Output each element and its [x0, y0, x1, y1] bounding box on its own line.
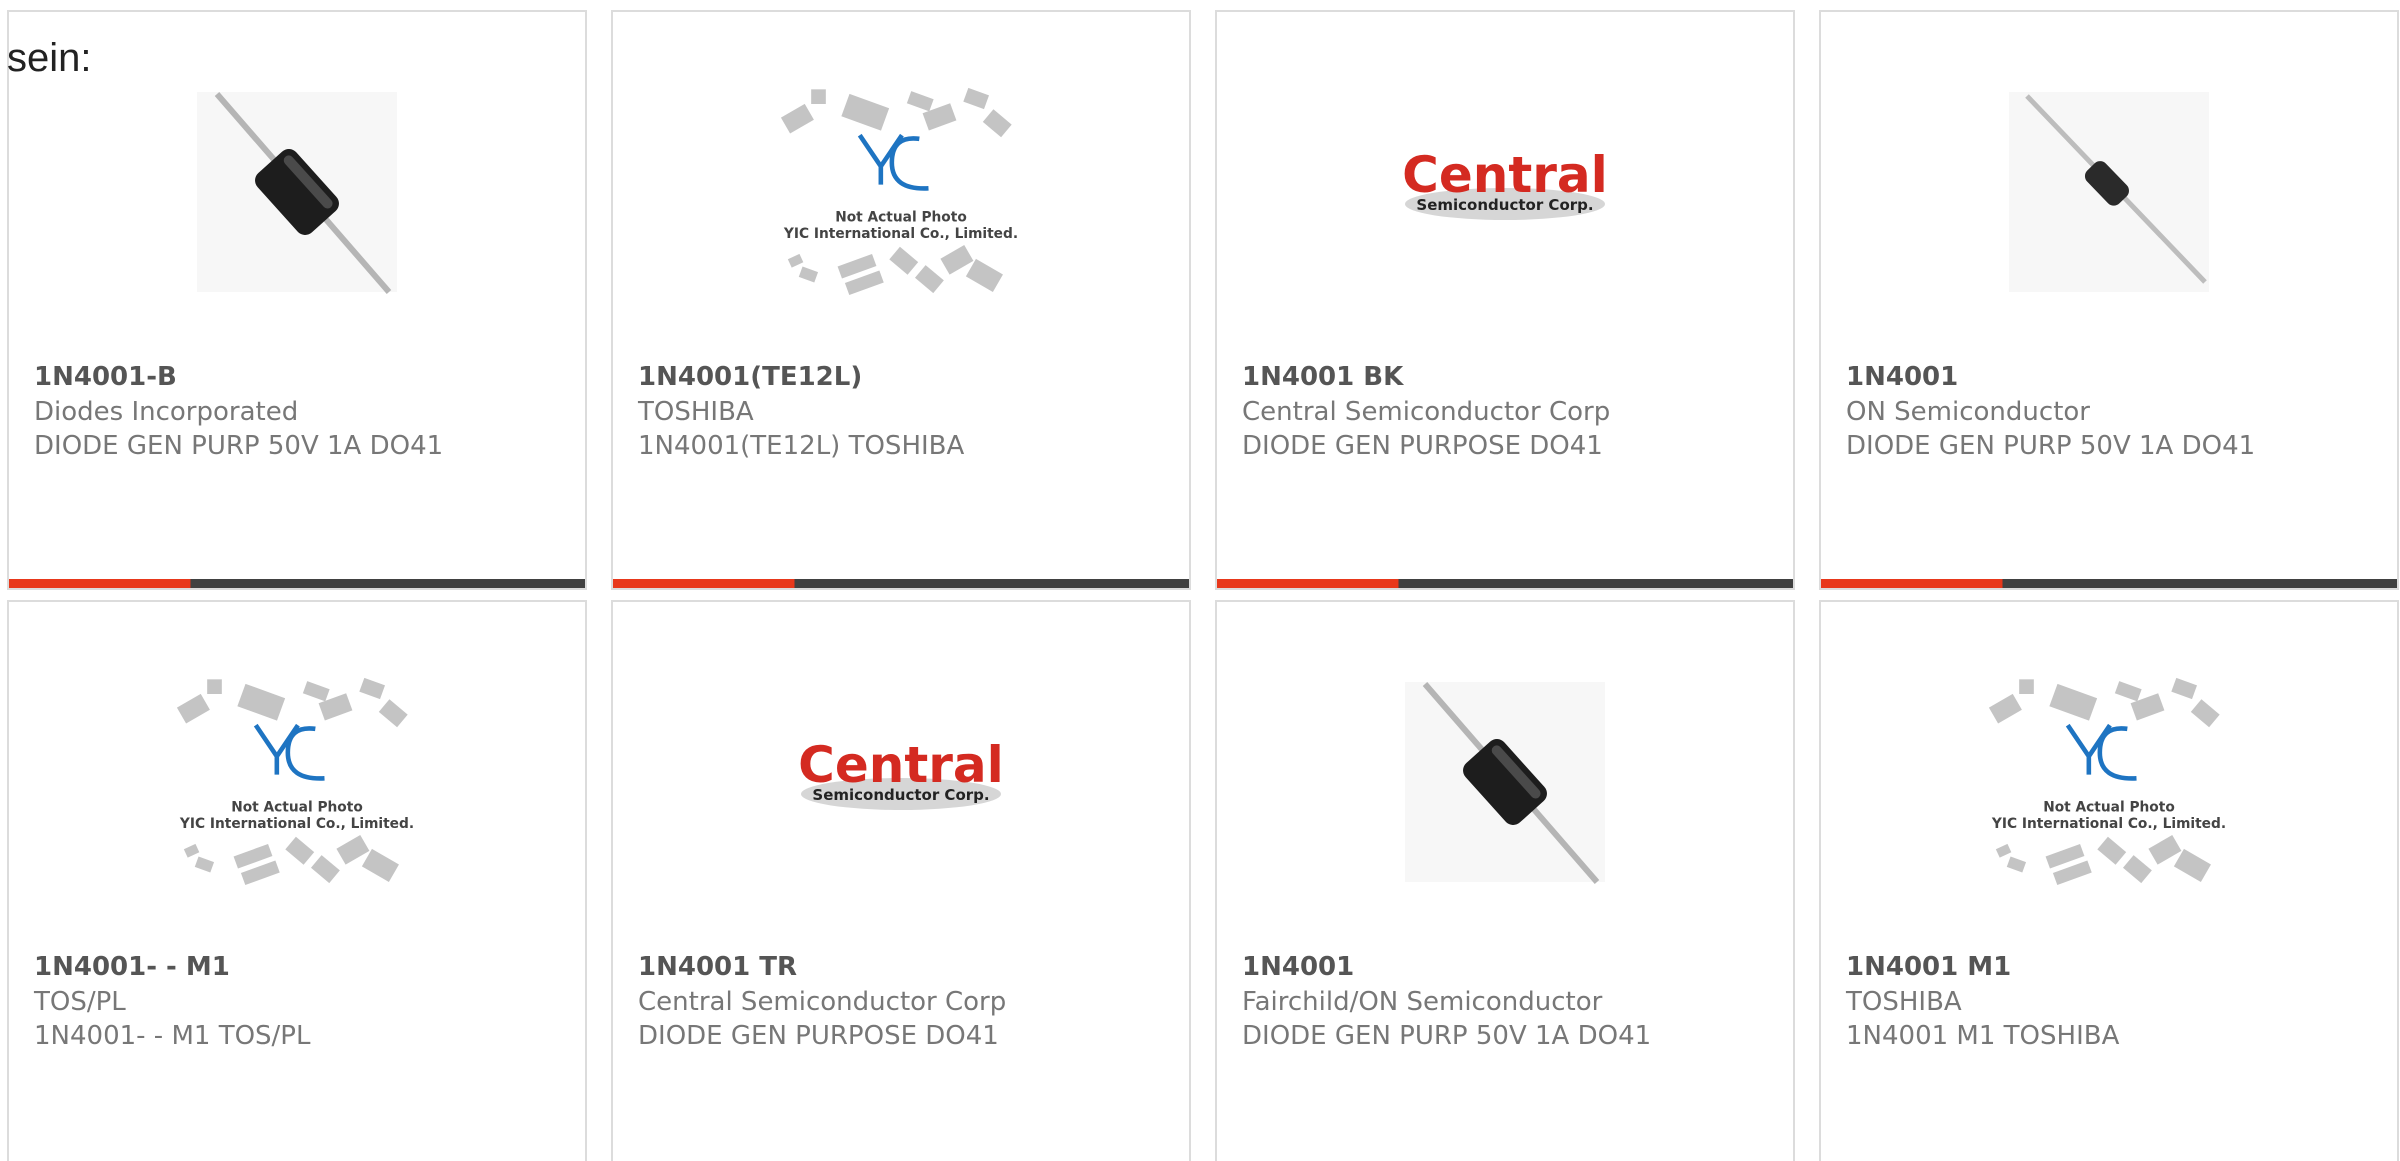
yic-placeholder-image: Not Actual Photo YIC International Co., … [157, 672, 437, 892]
manufacturer: TOSHIBA [638, 397, 754, 427]
card-accent-bar [613, 579, 1189, 588]
product-card[interactable]: Central Semiconductor Corp. 1N4001 BK Ce… [1215, 10, 1795, 590]
part-number[interactable]: 1N4001-B [34, 362, 177, 392]
logo-subtext: Semiconductor Corp. [812, 786, 989, 804]
product-card[interactable]: 1N4001-B Diodes Incorporated DIODE GEN P… [7, 10, 587, 590]
manufacturer: ON Semiconductor [1846, 397, 2090, 427]
part-number[interactable]: 1N4001(TE12L) [638, 362, 862, 392]
manufacturer: TOS/PL [34, 987, 126, 1017]
central-logo-image: Central Semiconductor Corp. [1365, 82, 1645, 302]
part-number[interactable]: 1N4001- - M1 [34, 952, 230, 982]
product-card[interactable]: 1N4001 Fairchild/ON Semiconductor DIODE … [1215, 600, 1795, 1161]
diode-thin-image [1969, 82, 2249, 302]
product-card[interactable]: Not Actual Photo YIC International Co., … [611, 10, 1191, 590]
image-caption-line1: Not Actual Photo [2043, 799, 2175, 815]
manufacturer: Central Semiconductor Corp [638, 987, 1007, 1017]
logo-subtext: Semiconductor Corp. [1416, 196, 1593, 214]
card-accent-bar [1217, 579, 1793, 588]
description: 1N4001- - M1 TOS/PL [34, 1021, 311, 1051]
description: 1N4001(TE12L) TOSHIBA [638, 431, 965, 461]
description: DIODE GEN PURP 50V 1A DO41 [1846, 431, 2256, 461]
yic-placeholder-image: Not Actual Photo YIC International Co., … [761, 82, 1041, 302]
description: DIODE GEN PURP 50V 1A DO41 [34, 431, 444, 461]
product-card[interactable]: Not Actual Photo YIC International Co., … [1819, 600, 2399, 1161]
part-number[interactable]: 1N4001 BK [1242, 362, 1403, 392]
image-caption-line1: Not Actual Photo [231, 799, 363, 815]
image-caption-line2: YIC International Co., Limited. [1991, 816, 2226, 832]
diode-diagonal-image [157, 82, 437, 302]
manufacturer: Diodes Incorporated [34, 397, 299, 427]
description: 1N4001 M1 TOSHIBA [1846, 1021, 2120, 1051]
description: DIODE GEN PURPOSE DO41 [1242, 431, 1603, 461]
part-number[interactable]: 1N4001 [1242, 952, 1354, 982]
card-accent-bar [9, 579, 585, 588]
part-number[interactable]: 1N4001 M1 [1846, 952, 2011, 982]
description: DIODE GEN PURPOSE DO41 [638, 1021, 999, 1051]
part-number[interactable]: 1N4001 [1846, 362, 1958, 392]
intro-text: sein: [7, 36, 92, 80]
image-caption-line1: Not Actual Photo [835, 209, 967, 225]
manufacturer: Fairchild/ON Semiconductor [1242, 987, 1603, 1017]
product-card[interactable]: Not Actual Photo YIC International Co., … [7, 600, 587, 1161]
diode-diagonal-image [1365, 672, 1645, 892]
manufacturer: Central Semiconductor Corp [1242, 397, 1611, 427]
product-card[interactable]: Central Semiconductor Corp. 1N4001 TR Ce… [611, 600, 1191, 1161]
product-card[interactable]: 1N4001 ON Semiconductor DIODE GEN PURP 5… [1819, 10, 2399, 590]
manufacturer: TOSHIBA [1846, 987, 1962, 1017]
image-caption-line2: YIC International Co., Limited. [179, 816, 414, 832]
yic-placeholder-image: Not Actual Photo YIC International Co., … [1969, 672, 2249, 892]
part-number[interactable]: 1N4001 TR [638, 952, 797, 982]
card-accent-bar [1821, 579, 2397, 588]
description: DIODE GEN PURP 50V 1A DO41 [1242, 1021, 1652, 1051]
central-logo-image: Central Semiconductor Corp. [761, 672, 1041, 892]
image-caption-line2: YIC International Co., Limited. [783, 226, 1018, 242]
